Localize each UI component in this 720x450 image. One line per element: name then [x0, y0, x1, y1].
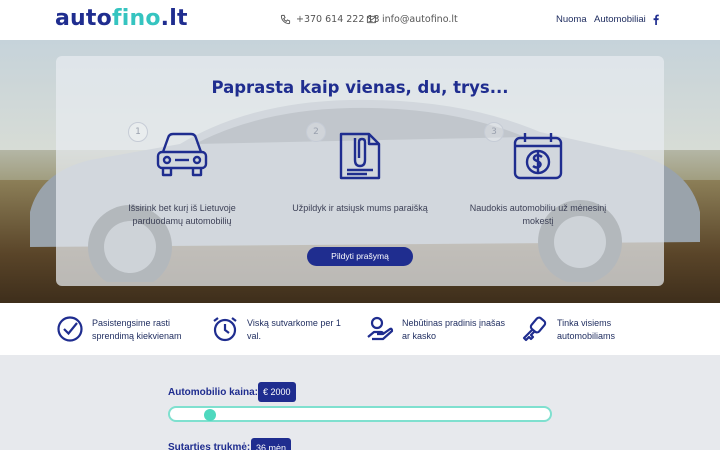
logo[interactable]: autofino.lt — [55, 6, 188, 31]
fill-application-button[interactable]: Pildyti prašymą — [307, 247, 413, 266]
key-icon — [522, 316, 547, 342]
phone-contact[interactable]: +370 614 222 13 — [280, 14, 380, 25]
feature-text: Viską sutvarkome per 1 val. — [247, 318, 341, 341]
step-number: 1 — [128, 122, 148, 142]
email-address: info@autofino.lt — [382, 14, 458, 25]
step-number: 3 — [484, 122, 504, 142]
calendar-money-icon — [513, 133, 563, 180]
term-value-badge: 36 mėn — [251, 438, 292, 450]
step-text: Naudokis automobiliu už mėnesinį mokestį — [469, 203, 607, 226]
step-number: 2 — [306, 122, 326, 142]
term-label: Sutarties trukmė: — [168, 442, 251, 450]
feature-text: Pasistengsime rasti sprendimą kiekvienam — [92, 318, 182, 341]
price-value-badge: € 2000 — [258, 382, 296, 402]
price-slider-thumb[interactable] — [204, 409, 217, 421]
email-contact[interactable]: info@autofino.lt — [366, 14, 458, 25]
document-icon — [339, 132, 381, 180]
price-label: Automobilio kaina: — [168, 387, 258, 398]
logo-text-auto: auto — [55, 6, 112, 31]
features-strip: Pasistengsime rasti sprendimą kiekvienam… — [0, 303, 720, 355]
how-it-works-title: Paprasta kaip vienas, du, trys... — [211, 78, 509, 97]
price-slider[interactable] — [168, 406, 552, 422]
check-circle-icon — [57, 316, 83, 342]
nav-link-nuoma[interactable]: Nuoma — [556, 14, 587, 25]
step-text: Išsirink bet kurį iš Lietuvoje parduodam… — [128, 203, 236, 226]
car-icon — [156, 132, 208, 177]
hero-section: Paprasta kaip vienas, du, trys... 1 Išsi… — [0, 40, 720, 303]
site-header: autofino.lt +370 614 222 13 info@autofin… — [0, 0, 720, 40]
feature-text: Tinka visiems automobiliams — [557, 318, 616, 341]
logo-text-fino: fino — [111, 6, 161, 31]
mail-icon — [366, 15, 377, 24]
phone-icon — [280, 14, 291, 25]
logo-text-tld: .lt — [160, 6, 188, 31]
feature-text: Nebūtinas pradinis įnašas ar kasko — [402, 318, 506, 341]
step-text: Užpildyk ir atsiųsk mums paraišką — [292, 203, 428, 213]
alarm-clock-icon — [213, 317, 237, 342]
how-it-works-card: Paprasta kaip vienas, du, trys... 1 Išsi… — [56, 56, 664, 286]
nav-link-automobiliai[interactable]: Automobiliai — [594, 14, 646, 25]
facebook-icon[interactable] — [652, 14, 660, 25]
hand-money-icon — [367, 316, 394, 341]
lease-calculator: Automobilio kaina: € 2000 Sutarties truk… — [0, 355, 720, 450]
